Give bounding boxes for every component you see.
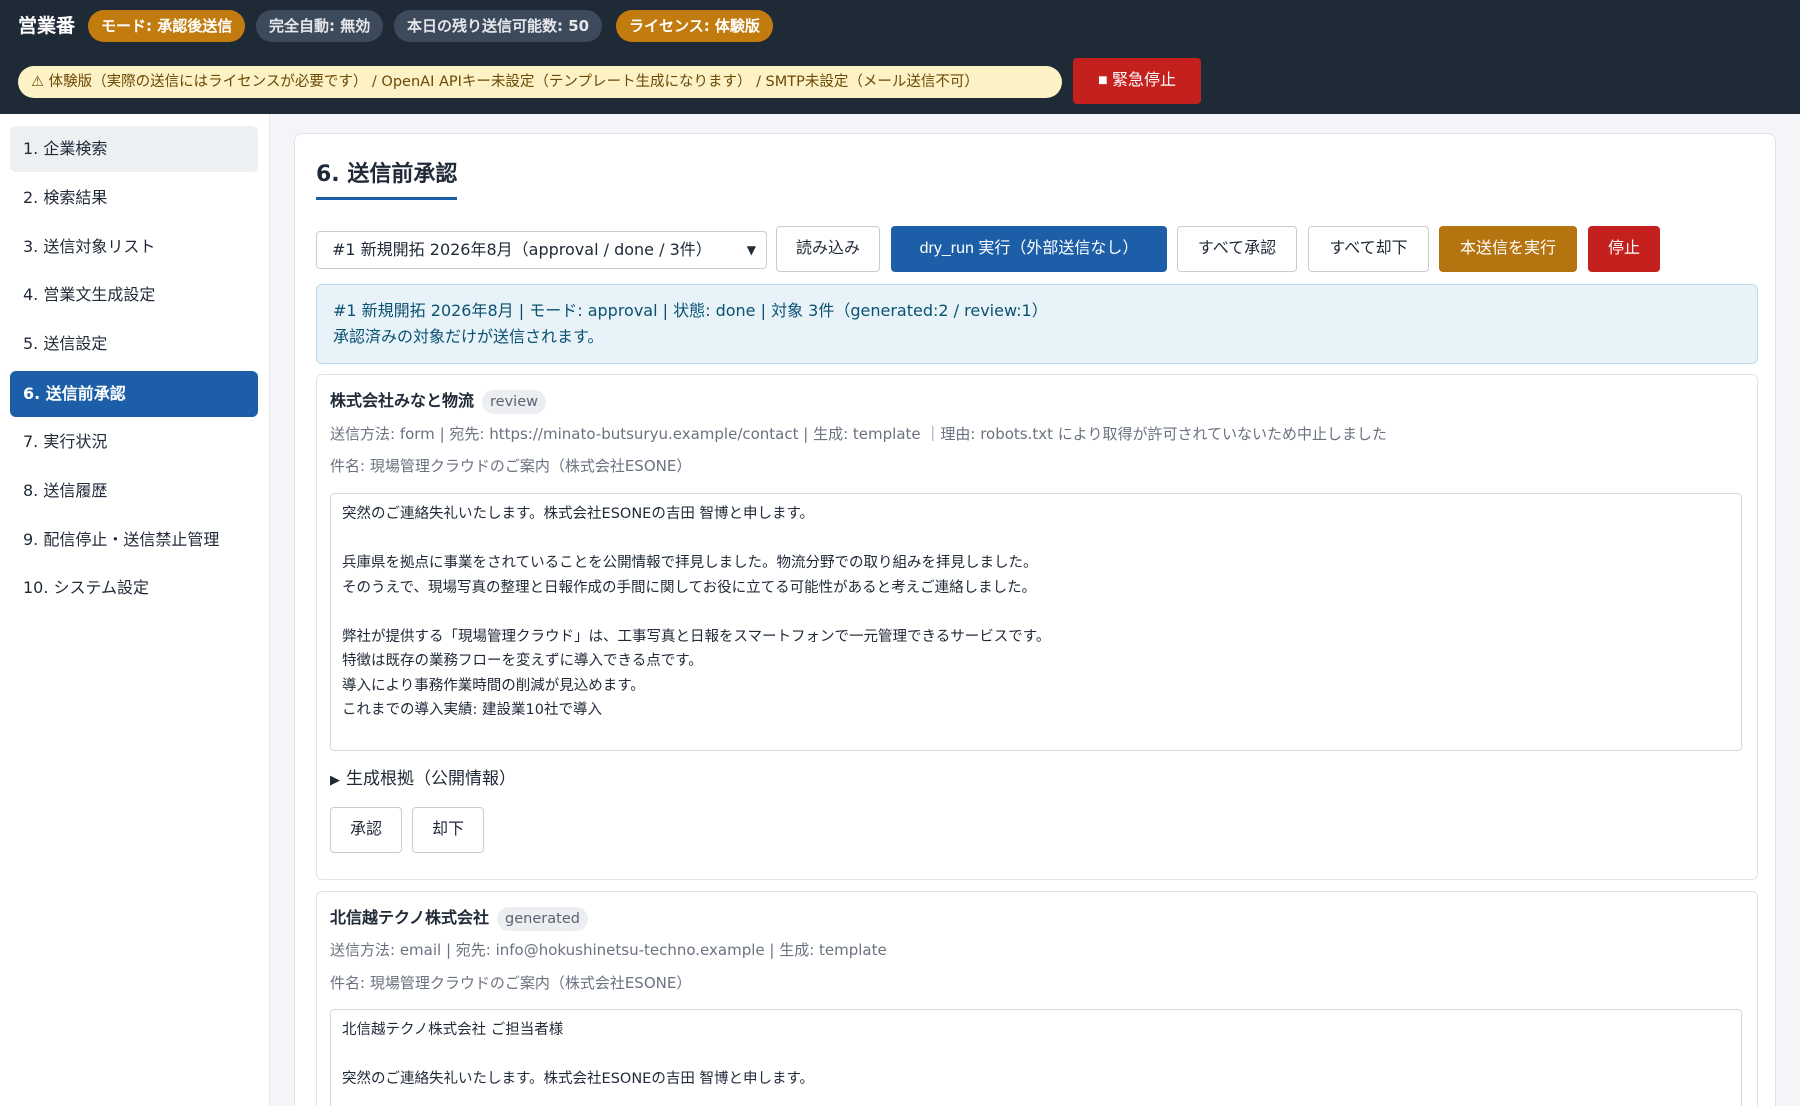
sidebar-item-execution-status[interactable]: 7. 実行状況 — [10, 419, 258, 465]
full-auto-badge: 完全自動: 無効 — [256, 10, 384, 42]
sidebar-item-target-list[interactable]: 3. 送信対象リスト — [10, 224, 258, 270]
company-name-text: 株式会社みなと物流 — [330, 391, 475, 410]
company-name-text: 北信越テクノ株式会社 — [330, 908, 490, 927]
job-select[interactable]: #1 新規開拓 2026年8月（approval / done / 3件） ▼ — [316, 231, 767, 269]
sidebar-item-send-settings[interactable]: 5. 送信設定 — [10, 321, 258, 367]
reject-button[interactable]: 却下 — [412, 807, 484, 853]
license-badge: ライセンス: 体験版 — [616, 10, 773, 42]
sidebar: 1. 企業検索 2. 検索結果 3. 送信対象リスト 4. 営業文生成設定 5.… — [0, 114, 270, 1106]
status-badge: review — [482, 389, 546, 414]
evidence-label: 生成根拠（公開情報） — [346, 769, 516, 789]
message-body[interactable]: 北信越テクノ株式会社 ご担当者様 突然のご連絡失礼いたします。株式会社ESONE… — [330, 1009, 1742, 1106]
sidebar-item-message-settings[interactable]: 4. 営業文生成設定 — [10, 272, 258, 318]
target-card: 北信越テクノ株式会社 generated 送信方法: email | 宛先: in… — [316, 891, 1758, 1106]
send-meta: 送信方法: form | 宛先: https://minato-butsuryu… — [330, 425, 1388, 443]
execute-send-button[interactable]: 本送信を実行 — [1439, 226, 1577, 272]
reject-all-button[interactable]: すべて却下 — [1308, 226, 1429, 272]
company-name: 北信越テクノ株式会社 generated — [330, 904, 588, 931]
page-title: 6. 送信前承認 — [316, 156, 458, 200]
job-select-value: #1 新規開拓 2026年8月（approval / done / 3件） — [332, 240, 712, 259]
app-brand: 営業番 — [18, 15, 76, 37]
send-meta: 送信方法: email | 宛先: info@hokushinetsu-tech… — [330, 941, 887, 959]
remaining-sends-badge: 本日の残り送信可能数: 50 — [394, 10, 603, 42]
subject-line: 件名: 現場管理クラウドのご案内（株式会社ESONE） — [330, 974, 692, 992]
sidebar-item-pre-send-approval[interactable]: 6. 送信前承認 — [10, 371, 258, 417]
sidebar-item-system-settings[interactable]: 10. システム設定 — [10, 565, 258, 611]
top-bar: 営業番 モード: 承認後送信 完全自動: 無効 本日の残り送信可能数: 50 ラ… — [0, 0, 1800, 114]
chevron-down-icon: ▼ — [746, 243, 756, 257]
triangle-right-icon: ▶ — [330, 773, 340, 788]
sidebar-item-search-results[interactable]: 2. 検索結果 — [10, 175, 258, 221]
warning-banner: ⚠ 体験版（実際の送信にはライセンスが必要です） / OpenAI APIキー未… — [18, 66, 1062, 98]
approval-panel: 6. 送信前承認 #1 新規開拓 2026年8月（approval / done… — [294, 133, 1776, 1106]
job-info-line: #1 新規開拓 2026年8月 | モード: approval | 状態: do… — [333, 301, 1048, 320]
evidence-toggle[interactable]: ▶ 生成根拠（公開情報） — [330, 764, 516, 789]
sidebar-item-send-history[interactable]: 8. 送信履歴 — [10, 468, 258, 514]
sidebar-item-company-search[interactable]: 1. 企業検索 — [10, 126, 258, 172]
dry-run-button[interactable]: dry_run 実行（外部送信なし） — [891, 226, 1167, 272]
company-name: 株式会社みなと物流 review — [330, 387, 546, 414]
sidebar-item-unsubscribe-management[interactable]: 9. 配信停止・送信禁止管理 — [10, 517, 258, 563]
emergency-stop-button[interactable]: ■ 緊急停止 — [1073, 58, 1201, 104]
warning-text: ⚠ 体験版（実際の送信にはライセンスが必要です） / OpenAI APIキー未… — [31, 74, 979, 90]
job-info-box: #1 新規開拓 2026年8月 | モード: approval | 状態: do… — [316, 284, 1758, 364]
subject-line: 件名: 現場管理クラウドのご案内（株式会社ESONE） — [330, 457, 692, 475]
status-badge: generated — [497, 906, 588, 931]
target-card: 株式会社みなと物流 review 送信方法: form | 宛先: https:/… — [316, 374, 1758, 880]
message-body[interactable]: 突然のご連絡失礼いたします。株式会社ESONEの吉田 智博と申します。 兵庫県を… — [330, 493, 1742, 751]
approve-all-button[interactable]: すべて承認 — [1177, 226, 1297, 272]
job-info-note: 承認済みの対象だけが送信されます。 — [333, 327, 604, 346]
stop-button[interactable]: 停止 — [1588, 226, 1660, 272]
approve-button[interactable]: 承認 — [330, 807, 402, 853]
mode-badge: モード: 承認後送信 — [88, 10, 246, 42]
load-button[interactable]: 読み込み — [776, 226, 880, 272]
